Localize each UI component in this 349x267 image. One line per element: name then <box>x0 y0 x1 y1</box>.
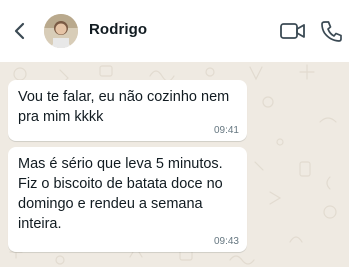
back-button[interactable] <box>8 19 30 43</box>
message-time: 09:43 <box>213 236 239 247</box>
phone-icon <box>321 21 342 42</box>
message-bubble[interactable]: Mas é sério que leva 5 minutos. Fiz o bi… <box>8 147 247 252</box>
video-camera-icon <box>280 23 305 39</box>
message-text: Mas é sério que leva 5 minutos. Fiz o bi… <box>18 156 223 232</box>
avatar[interactable] <box>44 14 78 48</box>
message-text: Vou te falar, eu não cozinho nem pra mim… <box>18 89 230 125</box>
message-time: 09:41 <box>213 125 239 136</box>
video-call-button[interactable] <box>279 20 307 42</box>
message-bubble[interactable]: Vou te falar, eu não cozinho nem pra mim… <box>8 80 247 141</box>
contact-photo <box>44 14 78 48</box>
contact-name[interactable]: Rodrigo <box>89 21 147 38</box>
back-arrow-icon <box>14 22 25 40</box>
chat-header: Rodrigo <box>0 0 349 62</box>
voice-call-button[interactable] <box>320 19 342 43</box>
